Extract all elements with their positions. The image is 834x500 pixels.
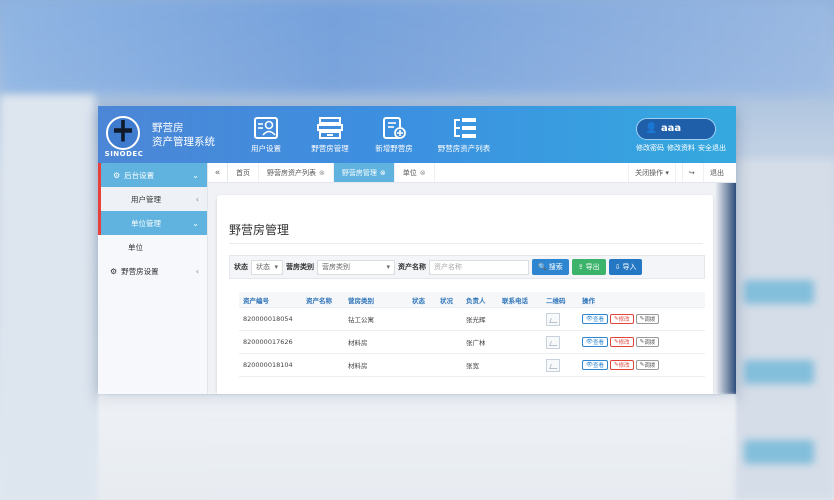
user-card-icon	[254, 116, 278, 139]
table-row: 820000018104 材料房 张宽 👁 查看 ✎ 修改 ✎ 调拨	[239, 354, 705, 377]
main-content: 野营房管理 状态 状态 ▾ 营房类别 营房类别 ▾ 资产名称 资产名称 🔍 搜索 ⇪ 导…	[208, 183, 736, 394]
nav-user-settings[interactable]: 用户设置	[237, 116, 295, 154]
exit-icon: ↪	[681, 163, 701, 182]
view-button[interactable]: 👁 查看	[582, 337, 608, 347]
blurred-background-banner	[0, 0, 834, 95]
app-window: SINODEC 野营房 资产管理系统 用户设置 野营房管理 新增野营房 野营房资…	[98, 106, 736, 394]
sidebar: ⚙ 后台设置 ⌄ 用户管理 ‹ 单位管理 ⌄ 单位 ⚙ 野营房设置 ‹	[98, 163, 208, 394]
edit-profile-link[interactable]: 修改资料	[667, 143, 695, 153]
blurred-background-sidebar	[0, 95, 95, 500]
divider	[229, 243, 703, 244]
name-label: 资产名称	[398, 263, 426, 271]
company-logo: SINODEC	[104, 114, 143, 158]
user-icon: 👤	[645, 123, 658, 134]
tab-camp-management[interactable]: 野营房管理 ⊗	[333, 163, 395, 182]
window-reflection	[98, 394, 736, 500]
status-select[interactable]: 状态 ▾	[251, 259, 283, 275]
qr-code-image[interactable]	[546, 312, 560, 326]
cogs-icon: ⚙	[113, 170, 121, 180]
user-box: 👤 aaa 修改密码 修改资料 安全退出	[636, 118, 726, 153]
nav-add-camp[interactable]: 新增野营房	[365, 116, 423, 154]
transfer-button[interactable]: ✎ 调拨	[635, 337, 660, 347]
user-name: aaa	[660, 123, 682, 134]
filter-bar: 状态 状态 ▾ 营房类别 营房类别 ▾ 资产名称 资产名称 🔍 搜索 ⇪ 导出 ⇩ 导入	[229, 255, 705, 279]
chevron-left-icon: ‹	[195, 194, 199, 204]
close-operations-dropdown[interactable]: 关闭操作 ▾	[628, 163, 675, 182]
import-button[interactable]: ⇩ 导入	[608, 259, 643, 275]
chevron-down-icon: ⌄	[192, 218, 199, 228]
exit-tab-button[interactable]: ↪ 退出	[674, 163, 736, 182]
sidebar-group-camp-settings[interactable]: ⚙ 野营房设置 ‹	[98, 259, 207, 283]
chevron-down-icon: ⌄	[192, 170, 199, 180]
download-icon: ⇩	[614, 263, 621, 271]
app-title-line1: 野营房	[152, 121, 184, 134]
edit-button[interactable]: ✎ 修改	[610, 314, 634, 324]
add-document-icon	[383, 116, 406, 139]
sidebar-group-admin-settings[interactable]: ⚙ 后台设置 ⌄	[98, 163, 207, 187]
sidebar-item-unit-management[interactable]: 单位管理 ⌄	[98, 211, 207, 235]
top-nav: 用户设置 野营房管理 新增野营房 野营房资产列表	[237, 116, 499, 154]
nav-camp-management[interactable]: 野营房管理	[301, 116, 359, 154]
tab-home[interactable]: 首页	[228, 163, 259, 182]
table-row: 820000017626 材料房 张广林 👁 查看 ✎ 修改 ✎ 调拨	[239, 331, 705, 354]
page-title: 野营房管理	[229, 223, 290, 237]
app-title: 野营房 资产管理系统	[152, 121, 215, 149]
eye-icon: 👁	[586, 316, 593, 322]
user-menu[interactable]: 👤 aaa	[636, 118, 716, 140]
table-header: 资产编号 资产名称 营房类别 状态 状况 负责人 联系电话 二维码 操作	[239, 292, 705, 308]
asset-table: 资产编号 资产名称 营房类别 状态 状况 负责人 联系电话 二维码 操作 820…	[239, 292, 705, 377]
search-button[interactable]: 🔍 搜索	[532, 259, 569, 275]
blurred-background-right	[734, 160, 834, 500]
edit-button[interactable]: ✎ 修改	[610, 337, 634, 347]
tree-list-icon	[454, 117, 476, 138]
status-label: 状态	[234, 263, 248, 271]
transfer-button[interactable]: ✎ 调拨	[635, 314, 660, 324]
export-button[interactable]: ⇪ 导出	[571, 259, 606, 275]
cabinet-icon	[317, 116, 343, 139]
eye-icon: 👁	[586, 339, 593, 345]
transfer-button[interactable]: ✎ 调拨	[635, 360, 660, 370]
search-icon: 🔍	[538, 263, 547, 271]
upload-icon: ⇪	[577, 263, 584, 271]
app-title-line2: 资产管理系统	[152, 135, 215, 148]
asset-name-input[interactable]: 资产名称	[429, 259, 529, 275]
view-button[interactable]: 👁 查看	[582, 360, 608, 370]
close-tab-icon[interactable]: ⊗	[420, 169, 426, 177]
tab-bar: « 首页 野营房资产列表 ⊗ 野营房管理 ⊗ 单位 ⊗ 关闭操作 ▾ ↪ 退出	[208, 163, 736, 183]
tab-unit[interactable]: 单位 ⊗	[395, 163, 435, 182]
sidebar-item-unit[interactable]: 单位	[98, 235, 207, 259]
edit-button[interactable]: ✎ 修改	[610, 360, 634, 370]
management-panel: 野营房管理 状态 状态 ▾ 营房类别 营房类别 ▾ 资产名称 资产名称 🔍 搜索 ⇪ 导…	[217, 195, 713, 394]
type-label: 营房类别	[286, 263, 314, 271]
eye-icon: 👁	[586, 362, 593, 368]
chevron-left-icon: ‹	[195, 266, 199, 276]
close-tab-icon[interactable]: ⊗	[319, 169, 325, 177]
change-password-link[interactable]: 修改密码	[636, 143, 664, 153]
nav-camp-asset-list[interactable]: 野营房资产列表	[429, 116, 499, 154]
qr-code-image[interactable]	[546, 358, 560, 372]
table-row: 820000018054 钻工公寓 张光辉 👁 查看 ✎ 修改 ✎ 调拨	[239, 308, 705, 331]
logout-link[interactable]: 安全退出	[698, 143, 726, 153]
tab-scroll-back-button[interactable]: «	[208, 163, 228, 182]
cogs-icon: ⚙	[110, 266, 118, 276]
close-tab-icon[interactable]: ⊗	[380, 169, 386, 177]
tab-camp-asset-list[interactable]: 野营房资产列表 ⊗	[259, 163, 334, 182]
sidebar-item-user-management[interactable]: 用户管理 ‹	[98, 187, 207, 211]
top-header: SINODEC 野营房 资产管理系统 用户设置 野营房管理 新增野营房 野营房资…	[98, 106, 736, 163]
view-button[interactable]: 👁 查看	[582, 314, 608, 324]
qr-code-image[interactable]	[546, 335, 560, 349]
type-select[interactable]: 营房类别 ▾	[317, 259, 395, 275]
